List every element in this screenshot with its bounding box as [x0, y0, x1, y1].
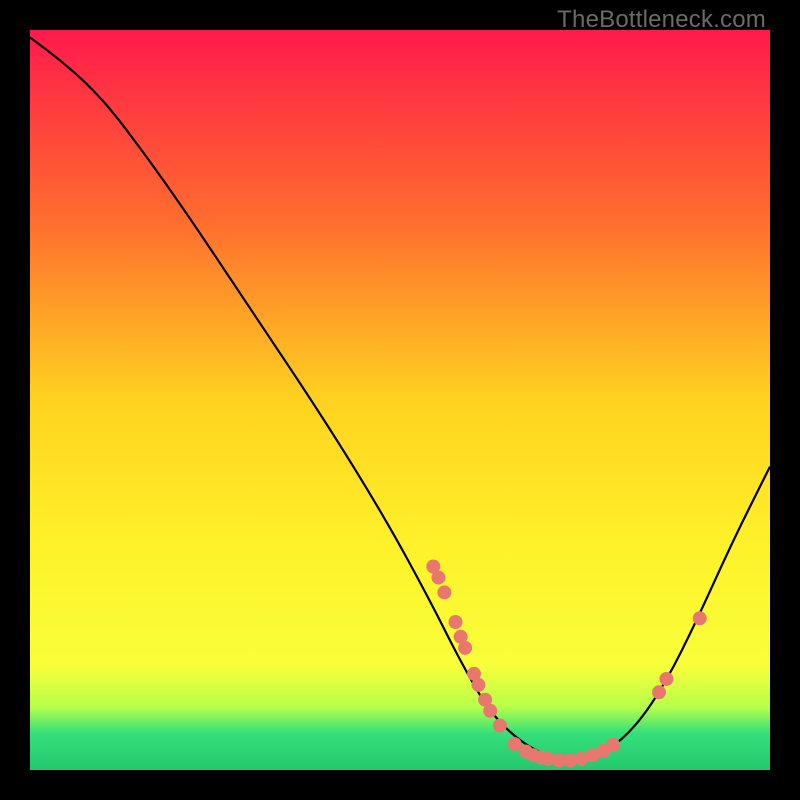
gradient-background — [30, 30, 770, 770]
bottleneck-curve-chart — [30, 30, 770, 770]
curve-marker — [659, 672, 673, 686]
watermark-text: TheBottleneck.com — [557, 6, 766, 34]
curve-marker — [471, 678, 485, 692]
curve-marker — [693, 611, 707, 625]
curve-marker — [431, 571, 445, 585]
curve-marker — [458, 641, 472, 655]
curve-marker — [652, 685, 666, 699]
curve-marker — [493, 719, 507, 733]
curve-marker — [437, 585, 451, 599]
chart-frame — [30, 30, 770, 770]
curve-marker — [606, 738, 620, 752]
curve-marker — [449, 615, 463, 629]
curve-marker — [483, 704, 497, 718]
